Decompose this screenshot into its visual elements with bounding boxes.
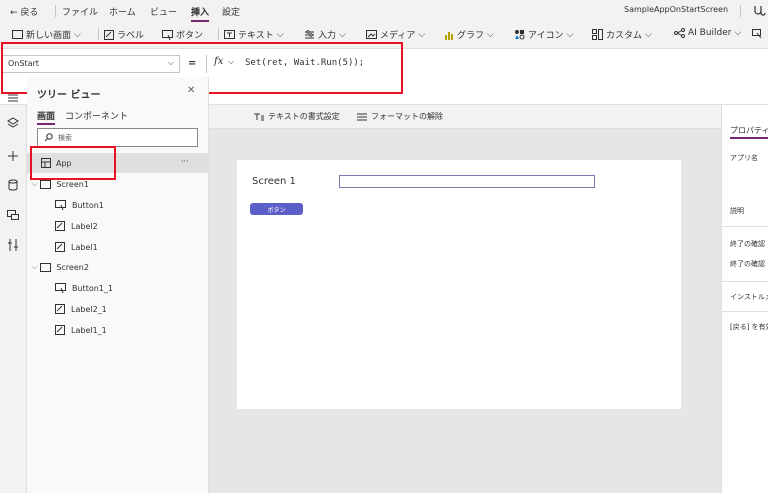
ai-builder-button[interactable]: AI Builder ⌵ [674,28,741,38]
prop-instrumentation: インストルメン [730,293,768,301]
data-icon[interactable] [6,178,20,192]
chevron-down-icon: ⌵ [32,179,38,188]
tree-title: ツリー ビュー [37,90,101,101]
screen-icon [40,262,52,272]
menu-settings[interactable]: 設定 [222,5,240,18]
text-format-icon [254,113,264,120]
chevron-down-icon: ⌵ [734,28,742,38]
screen-icon [40,179,52,189]
properties-panel: プロパティ アプリ名 説明 終了の確認 終了の確認 インストルメン [戻る] を… [721,105,768,493]
menu-bar: ← 戻る ファイル ホーム ビュー 挿入 設定 SampleAppOnStart… [0,0,768,22]
chevron-down-icon: ⌵ [74,29,81,40]
input-icon [305,29,314,38]
button-button[interactable]: ボタン [162,28,203,41]
label-icon [55,304,65,314]
tools-icon[interactable] [6,238,20,252]
ribbon-separator [98,28,99,40]
prop-divider [722,226,768,227]
ai-builder-icon [674,28,685,38]
text-icon [224,30,235,39]
plus-icon[interactable] [6,149,20,163]
app-checker-icon[interactable] [752,4,766,18]
tree-view-panel: ツリー ビュー ✕ 画面 コンポーネント 検索 App ··· ⌵ Screen… [27,77,209,493]
chevron-down-icon: ⌵ [276,29,284,40]
menu-separator [740,5,741,17]
chevron-down-icon: ⌵ [487,29,494,40]
prop-divider [722,281,768,282]
new-screen-button[interactable]: 新しい画面 ⌵ [12,28,81,41]
tree-item-label1-1[interactable]: Label1_1 [27,320,209,340]
menu-insert[interactable]: 挿入 [191,5,210,22]
ribbon-separator [218,28,219,40]
prop-confirm-exit-message: 終了の確認 [730,260,765,268]
button-icon [55,283,66,293]
custom-icon [592,29,603,40]
label-button[interactable]: ラベル [104,28,144,41]
tab-components[interactable]: コンポーネント [65,109,128,122]
label-icon [104,29,114,40]
clear-format-icon [357,113,367,120]
label-icon [55,242,65,252]
app-screen[interactable]: Screen 1 ボタン [237,160,681,409]
tree-item-button1[interactable]: Button1 [27,195,209,215]
chevron-down-icon: ⌵ [339,29,346,40]
media-rail-icon[interactable] [6,208,20,222]
button-icon [55,200,66,210]
media-icon [366,30,377,39]
tab-screens[interactable]: 画面 [37,109,56,125]
prop-description: 説明 [730,207,744,215]
clear-format-button[interactable]: フォーマットの解除 [357,111,443,122]
input-button[interactable]: 入力 ⌵ [304,28,346,41]
menu-file[interactable]: ファイル [62,5,98,18]
chevron-down-icon: ⌵ [418,29,426,40]
more-options-icon[interactable]: ··· [181,157,189,166]
media-button[interactable]: メディア ⌵ [366,28,425,41]
search-icon [44,133,53,142]
button-icon [162,29,173,40]
custom-button[interactable]: カスタム ⌵ [592,28,652,41]
more-insert-icon[interactable] [752,29,763,39]
format-bar: テキストの書式設定 フォーマットの解除 [209,105,721,129]
prop-confirm-exit: 終了の確認 [730,240,765,248]
tree-item-screen1[interactable]: ⌵ Screen1 [27,174,209,194]
menu-icon[interactable] [6,91,20,105]
prop-enable-back: [戻る] を有効 [730,323,768,331]
label-icon [55,325,65,335]
close-icon[interactable]: ✕ [187,85,195,96]
screen-button[interactable]: ボタン [250,203,303,215]
text-button[interactable]: テキスト ⌵ [224,28,284,41]
new-screen-icon [12,30,23,39]
chevron-down-icon: ⌵ [566,29,574,40]
tree-search[interactable]: 検索 [37,128,198,147]
layers-icon[interactable] [6,116,20,130]
tree-item-label2[interactable]: Label2 [27,216,209,236]
menu-view[interactable]: ビュー [150,5,177,18]
screen-text-input[interactable] [339,175,595,188]
icons-icon [515,30,525,40]
chart-icon [445,31,453,40]
chevron-down-icon: ⌵ [32,262,38,271]
prop-app-name: アプリ名 [730,154,758,162]
menu-separator [55,5,56,17]
back-button[interactable]: ← 戻る [10,5,38,18]
tree-item-button1-1[interactable]: Button1_1 [27,278,209,298]
left-rail [0,94,27,493]
screen-label[interactable]: Screen 1 [252,176,296,187]
text-format-button[interactable]: テキストの書式設定 [254,111,340,122]
tree-item-label1[interactable]: Label1 [27,237,209,257]
properties-tab[interactable]: プロパティ [730,125,768,139]
menu-home[interactable]: ホーム [109,5,136,18]
icons-button[interactable]: アイコン ⌵ [514,28,573,41]
search-placeholder: 検索 [58,133,72,142]
chevron-down-icon: ⌵ [645,29,652,40]
tree-item-screen2[interactable]: ⌵ Screen2 [27,257,209,277]
prop-divider [722,311,768,312]
app-name: SampleAppOnStartScreen [624,5,729,14]
tree-item-label2-1[interactable]: Label2_1 [27,299,209,319]
chart-button[interactable]: グラフ ⌵ [444,28,494,41]
label-icon [55,221,65,231]
